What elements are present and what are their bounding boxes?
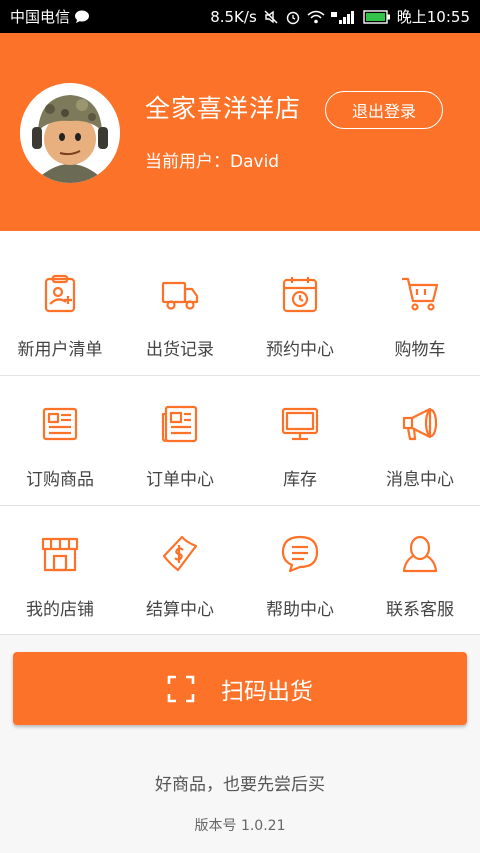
menu-item-new-user-list[interactable]: 新用户清单 [0,246,120,375]
alarm-icon [286,11,299,24]
mute-icon [264,10,278,23]
menu-item-label: 消息中心 [386,470,454,490]
avatar [20,83,120,183]
menu-item-label: 联系客服 [386,600,454,620]
chat-bubble-icon [281,535,319,573]
menu-item-my-store[interactable]: 我的店铺 [0,506,120,635]
cart-icon [402,277,439,311]
slogan: 好商品，也要先尝后买 [155,775,325,795]
scan-frame-icon [167,675,195,702]
menu-item-message-center[interactable]: 消息中心 [360,376,480,505]
menu-item-inventory[interactable]: 库存 [240,376,360,505]
signal-icon [330,10,354,24]
person-icon [402,535,438,573]
menu-item-label: 购物车 [394,340,446,360]
store-name: 全家喜洋洋店 [145,94,302,123]
menu-item-label: 新用户清单 [17,340,103,360]
scan-button-label: 扫码出货 [221,678,313,705]
current-user-label: 当前用户：David [145,152,280,172]
status-bar: 中国电信 8.5K/s 晚上10:55 [0,0,480,33]
truck-icon [161,281,199,310]
wifi-icon [307,10,325,23]
storefront-icon [41,537,79,572]
menu-grid: 新用户清单 出货记录 预约中心 购物车 订购商品 订单中心 库存 消息中心 我的… [0,231,480,635]
menu-item-label: 订单中心 [146,470,214,490]
menu-item-label: 我的店铺 [26,600,94,620]
menu-item-shipping-records[interactable]: 出货记录 [120,246,240,375]
network-speed: 8.5K/s [210,7,257,26]
menu-item-label: 结算中心 [146,600,214,620]
calendar-clock-icon [282,277,318,313]
menu-item-reservation-center[interactable]: 预约中心 [240,246,360,375]
menu-item-label: 出货记录 [146,340,214,360]
profile-header: 全家喜洋洋店 当前用户：David 退出登录 [0,33,480,231]
menu-item-order-products[interactable]: 订购商品 [0,376,120,505]
carrier-label: 中国电信 [10,8,71,26]
menu-item-label: 库存 [283,470,317,490]
menu-item-help-center[interactable]: 帮助中心 [240,506,360,635]
menu-item-settlement-center[interactable]: 结算中心 [120,506,240,635]
message-icon [75,10,90,23]
clock: 晚上10:55 [396,8,470,26]
money-icon [162,535,198,572]
monitor-icon [281,407,319,441]
version-label: 版本号 1.0.21 [194,818,286,834]
logout-button[interactable]: 退出登录 [325,91,443,129]
megaphone-icon [402,407,438,441]
menu-item-label: 帮助中心 [266,600,334,620]
document-icon [42,407,78,441]
clipboard-user-icon [44,274,76,313]
menu-item-label: 订购商品 [26,470,94,490]
battery-icon [363,9,390,24]
menu-item-label: 预约中心 [266,340,334,360]
menu-item-contact-support[interactable]: 联系客服 [360,506,480,635]
menu-item-shopping-cart[interactable]: 购物车 [360,246,480,375]
menu-item-order-center[interactable]: 订单中心 [120,376,240,505]
scan-ship-button[interactable]: 扫码出货 [13,652,467,725]
newspaper-icon [161,405,198,443]
